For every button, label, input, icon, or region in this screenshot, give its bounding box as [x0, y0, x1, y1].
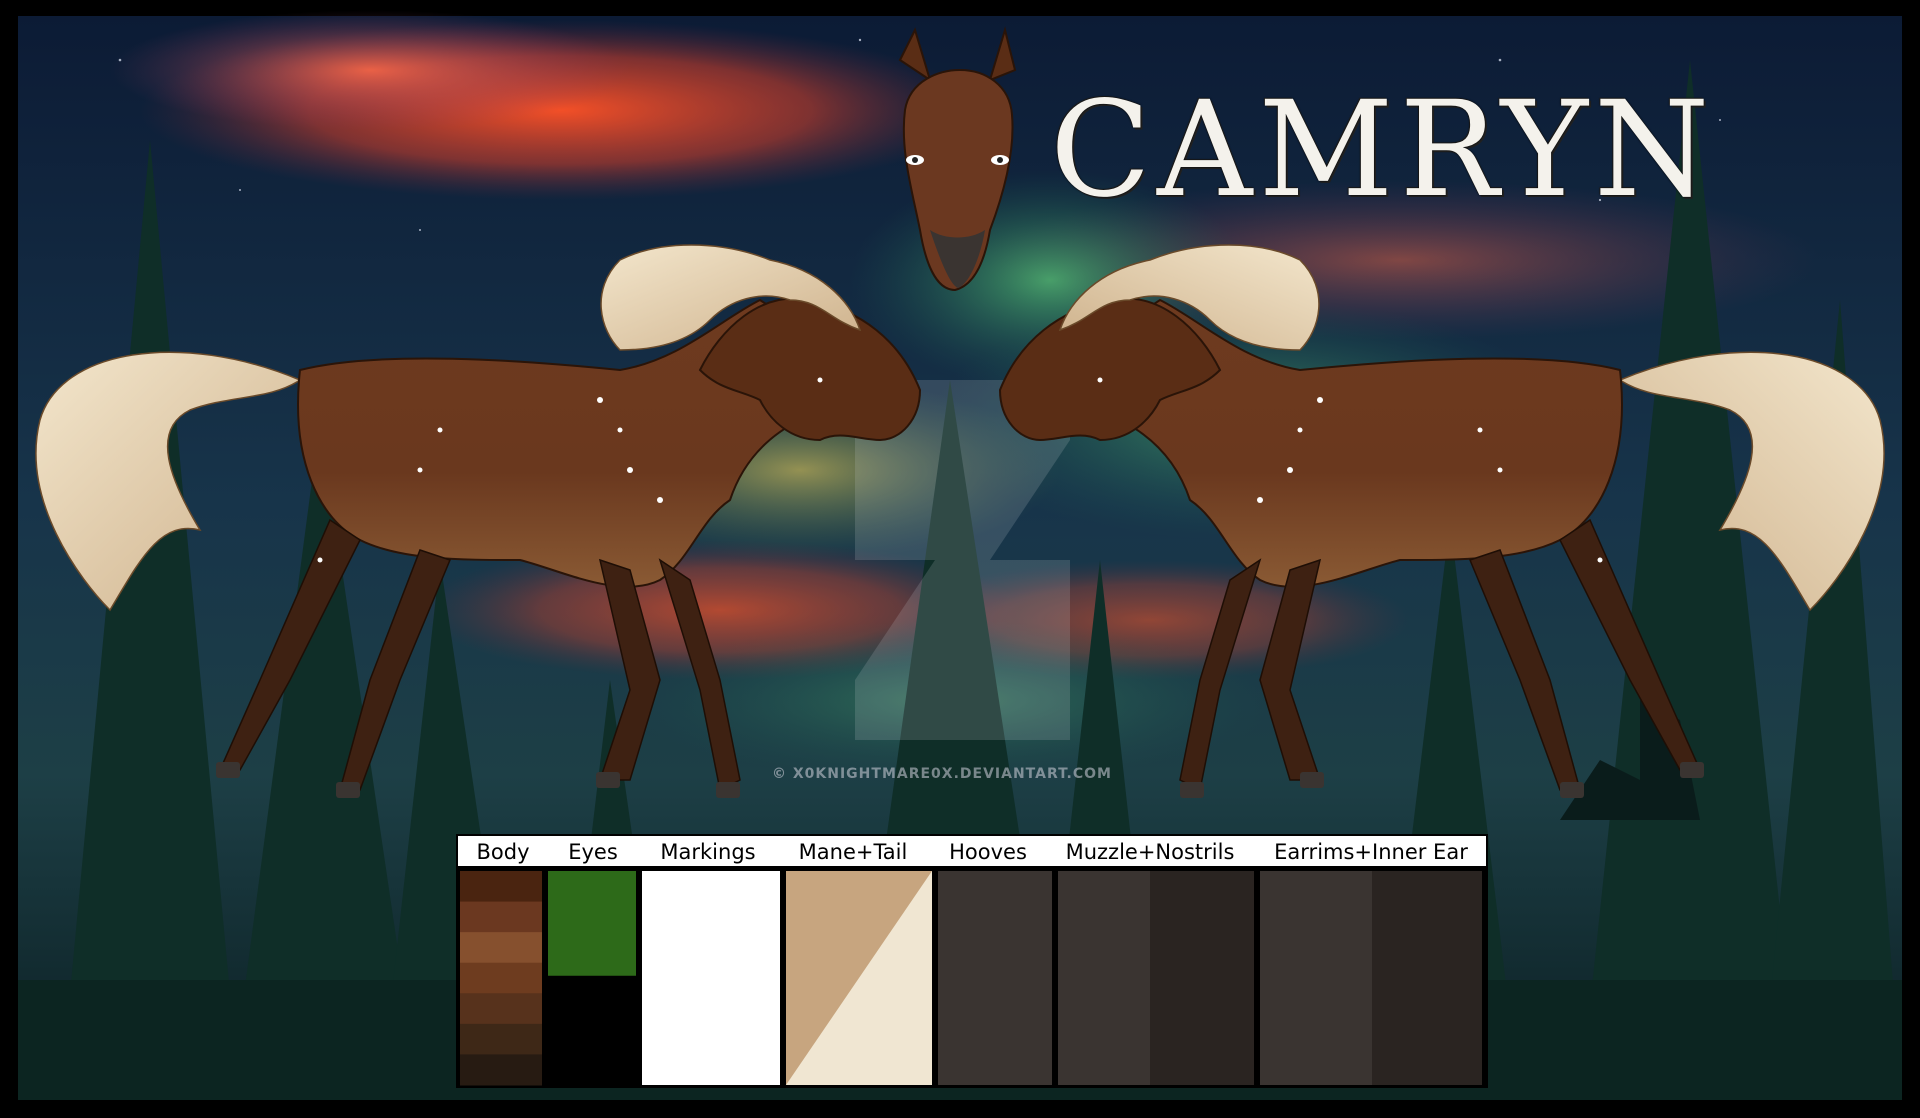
palette-header: Body Eyes Markings Mane+Tail Hooves Muzz… — [456, 834, 1488, 868]
label-mane-tail: Mane+Tail — [798, 840, 908, 864]
swatch-muzzle-0 — [1058, 871, 1150, 1085]
swatch-hooves-0 — [938, 871, 1052, 1085]
watermark-text: © X0KNIGHTMARE0X.DEVIANTART.COM — [772, 766, 1112, 782]
swatch-body-4 — [460, 993, 542, 1025]
label-earrims-inner-ear: Earrims+Inner Ear — [1274, 840, 1468, 864]
swatch-earrims-0 — [1260, 871, 1372, 1085]
reference-sheet: CAMRYN © X0KNIGHTMARE0X.DEVIANTART.COM B… — [0, 0, 1920, 1118]
swatch-body-1 — [460, 901, 542, 933]
swatch-body-3 — [460, 962, 542, 994]
label-eyes: Eyes — [568, 840, 618, 864]
label-hooves: Hooves — [949, 840, 1027, 864]
label-muzzle-nostrils: Muzzle+Nostrils — [1065, 840, 1235, 864]
character-name: CAMRYN — [1050, 73, 1716, 227]
swatch-body-2 — [460, 932, 542, 964]
swatch-body-0 — [460, 871, 542, 903]
swatch-markings-0 — [642, 871, 780, 1085]
swatch-earrims-1 — [1372, 871, 1482, 1085]
color-palette: Body Eyes Markings Mane+Tail Hooves Muzz… — [456, 834, 1488, 1088]
swatch-eyes-0 — [548, 871, 636, 976]
palette-swatches — [456, 868, 1488, 1088]
swatch-body-6 — [460, 1054, 542, 1086]
swatch-grid — [460, 871, 1482, 1086]
label-markings: Markings — [660, 840, 756, 864]
swatch-body-5 — [460, 1023, 542, 1055]
swatch-muzzle-1 — [1150, 871, 1254, 1085]
swatch-eyes-1 — [548, 975, 636, 1085]
label-body: Body — [476, 840, 530, 864]
